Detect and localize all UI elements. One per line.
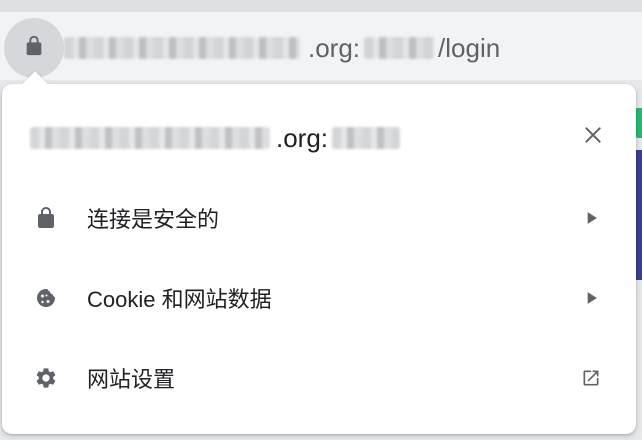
cookie-icon xyxy=(33,285,59,311)
site-info-button[interactable] xyxy=(4,18,64,78)
popup-site-title: .org: xyxy=(30,120,401,156)
page-content-hint xyxy=(636,150,642,280)
site-settings-label: 网站设置 xyxy=(87,367,176,392)
gear-icon xyxy=(33,365,59,391)
popup-domain-suffix: .org: xyxy=(276,122,329,153)
chevron-right-icon xyxy=(580,207,602,229)
connection-secure-label: 连接是安全的 xyxy=(87,207,220,232)
close-button[interactable] xyxy=(578,122,608,152)
lock-icon xyxy=(23,35,45,62)
url-path: /login xyxy=(438,32,501,63)
chevron-right-icon xyxy=(580,287,602,309)
url-domain-suffix: .org: xyxy=(308,32,361,63)
redacted-port xyxy=(332,127,401,149)
redacted-port xyxy=(364,37,435,59)
browser-window: .org: /login .org: 连接是安全的 Cookie 和网站数据 网… xyxy=(0,0,642,440)
redacted-domain xyxy=(30,127,270,149)
close-icon xyxy=(583,125,603,150)
site-settings-item[interactable]: 网站设置 xyxy=(2,348,636,408)
cookies-label: Cookie 和网站数据 xyxy=(87,287,272,312)
cookies-item[interactable]: Cookie 和网站数据 xyxy=(2,268,636,328)
tab-strip xyxy=(0,0,642,12)
site-info-popup: .org: 连接是安全的 Cookie 和网站数据 网站设置 xyxy=(2,71,636,434)
redacted-domain xyxy=(64,37,300,59)
url-text[interactable]: .org: /login xyxy=(64,28,500,68)
lock-icon xyxy=(33,205,59,231)
open-in-new-icon xyxy=(580,367,602,389)
connection-secure-item[interactable]: 连接是安全的 xyxy=(2,188,636,248)
